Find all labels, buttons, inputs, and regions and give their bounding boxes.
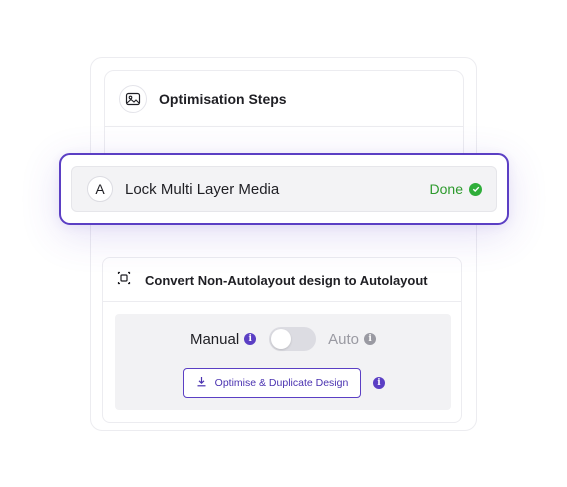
step-letter-badge: A	[87, 176, 113, 202]
step-row-lock-media[interactable]: A Lock Multi Layer Media Done	[71, 166, 497, 212]
mode-settings-box: Manual i Auto i Optimise & Duplicate Des…	[115, 314, 451, 410]
step-status: Done	[430, 181, 482, 197]
optimise-button-label: Optimise & Duplicate Design	[214, 377, 349, 389]
download-icon	[196, 376, 207, 390]
active-step-highlight: A Lock Multi Layer Media Done	[59, 153, 509, 225]
auto-label: Auto	[328, 330, 360, 348]
manual-label: Manual	[189, 330, 240, 348]
mode-toggle[interactable]	[269, 327, 317, 351]
info-icon[interactable]: i	[244, 333, 257, 345]
autolayout-card: Convert Non-Autolayout design to Autolay…	[102, 257, 462, 423]
action-row: Optimise & Duplicate Design i	[183, 368, 385, 398]
autolayout-title: Convert Non-Autolayout design to Autolay…	[145, 272, 428, 288]
check-circle-icon	[469, 182, 482, 196]
toggle-knob	[271, 329, 292, 349]
stage: Optimisation Steps Convert Non-Autolayou…	[0, 0, 567, 487]
divider	[105, 126, 463, 127]
divider	[103, 301, 461, 302]
autolayout-icon	[117, 271, 131, 290]
info-icon[interactable]: i	[373, 377, 385, 389]
image-optimise-icon	[119, 85, 147, 113]
status-text: Done	[429, 181, 463, 197]
step-label: Lock Multi Layer Media	[125, 180, 280, 198]
optimise-duplicate-button[interactable]: Optimise & Duplicate Design	[183, 368, 361, 398]
autolayout-header: Convert Non-Autolayout design to Autolay…	[117, 270, 428, 290]
steps-header: Optimisation Steps	[119, 85, 287, 113]
info-icon[interactable]: i	[364, 333, 377, 345]
steps-title: Optimisation Steps	[159, 91, 287, 107]
mode-toggle-row: Manual i Auto i	[115, 326, 451, 352]
